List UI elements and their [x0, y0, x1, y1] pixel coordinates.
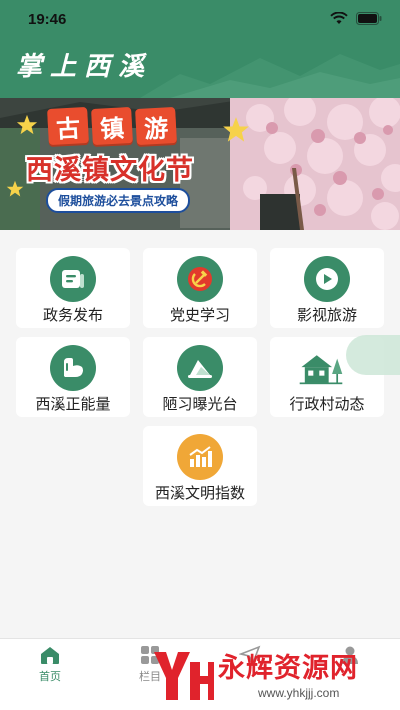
banner-title-char: 镇 [91, 106, 133, 146]
status-time: 19:46 [28, 11, 67, 28]
village-icon [298, 345, 344, 391]
app-title: 掌上西溪 [16, 52, 153, 82]
grid-item-label: 党史学习 [169, 306, 230, 324]
mountain-decoration [140, 54, 400, 98]
banner-title: 古 镇 游 [47, 106, 177, 146]
floating-button[interactable] [346, 335, 400, 375]
grid-item-party-history[interactable]: 党史学习 [143, 248, 257, 328]
banner-title-char: 游 [135, 106, 177, 146]
app-header: 掌上西溪 [0, 36, 400, 98]
grid-item-positive-energy[interactable]: 西溪正能量 [16, 337, 130, 417]
tab-home-label: 首页 [39, 670, 61, 683]
grid-item-label: 政务发布 [42, 306, 103, 324]
grid-item-civilization-index[interactable]: 西溪文明指数 [143, 426, 257, 506]
star-icon [16, 114, 38, 135]
banner-subtitle: 西溪镇文化节 [26, 155, 194, 186]
banner-title-char: 古 [47, 106, 89, 146]
tab-home[interactable]: 首页 [0, 645, 100, 685]
watermark-logo [154, 652, 214, 700]
grid-item-film-tourism[interactable]: 影视旅游 [270, 248, 384, 328]
star-icon [223, 117, 249, 142]
chart-icon [177, 434, 223, 480]
grid-item-label: 影视旅游 [296, 306, 357, 324]
grid-item-government-news[interactable]: 政务发布 [16, 248, 130, 328]
watermark-text: 永辉资源网 [218, 653, 358, 684]
play-icon [304, 256, 350, 302]
strength-icon [50, 345, 96, 391]
grid-item-label: 西溪文明指数 [154, 484, 245, 502]
grid-item-label: 行政村动态 [289, 395, 365, 413]
watermark: 永辉资源网 www.yhkjjj.com [150, 644, 398, 706]
document-icon [50, 256, 96, 302]
grid-item-bad-habits-exposure[interactable]: 陋习曝光台 [143, 337, 257, 417]
home-icon [0, 645, 100, 665]
watermark-url: www.yhkjjj.com [258, 686, 340, 700]
grid-item-label: 西溪正能量 [35, 395, 111, 413]
status-bar: 19:46 [0, 0, 400, 36]
megaphone-icon [177, 345, 223, 391]
grid-item-label: 陋习曝光台 [162, 395, 238, 413]
banner-tagline: 假期旅游必去景点攻略 [46, 188, 191, 213]
hammer-sickle-icon [177, 256, 223, 302]
star-icon [6, 180, 24, 197]
wifi-icon [330, 12, 348, 25]
battery-icon [356, 12, 382, 25]
status-icons [330, 12, 382, 25]
